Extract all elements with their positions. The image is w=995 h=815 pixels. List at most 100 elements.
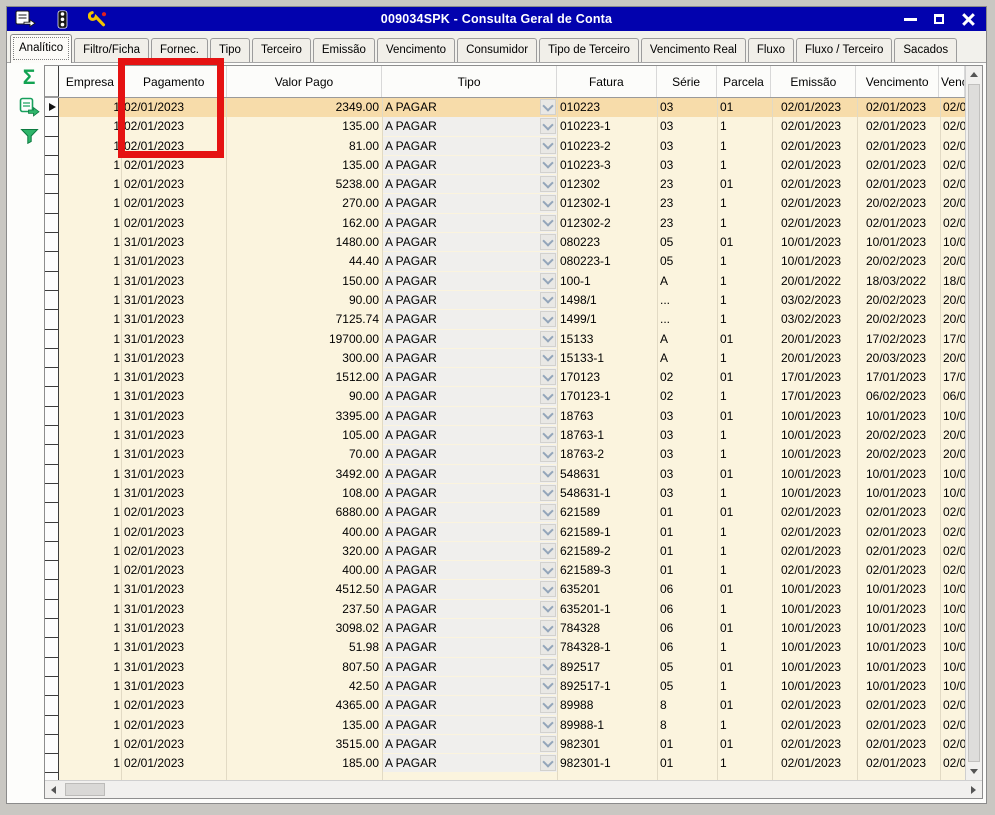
table-row[interactable]: 131/01/20234512.50A PAGAR635201060110/01… [45,580,965,599]
tab-fluxo-terceiro[interactable]: Fluxo / Terceiro [796,38,892,62]
row-selector-cell[interactable] [45,98,59,117]
tipo-dropdown-icon[interactable] [540,524,556,540]
tipo-dropdown-icon[interactable] [540,504,556,520]
tipo-dropdown-icon[interactable] [540,659,556,675]
tipo-dropdown-icon[interactable] [540,717,556,733]
tipo-dropdown-icon[interactable] [540,388,556,404]
tipo-dropdown-icon[interactable] [540,697,556,713]
wrench-icon[interactable] [87,10,109,29]
tab-sacados[interactable]: Sacados [894,38,957,62]
column-header-s-rie[interactable]: Série [657,66,717,97]
table-row[interactable]: 102/01/20236880.00A PAGAR621589010102/01… [45,503,965,522]
column-header-emiss-o[interactable]: Emissão [771,66,856,97]
table-row[interactable]: 102/01/2023400.00A PAGAR621589-301102/01… [45,561,965,580]
tipo-dropdown-icon[interactable] [540,369,556,385]
vertical-scroll-thumb[interactable] [968,84,980,762]
row-selector-cell[interactable] [45,156,59,175]
scroll-left-icon[interactable] [45,781,62,798]
row-selector-cell[interactable] [45,523,59,542]
tipo-dropdown-icon[interactable] [540,273,556,289]
row-selector-cell[interactable] [45,638,59,657]
row-selector-cell[interactable] [45,677,59,696]
column-header-tipo[interactable]: Tipo [382,66,557,97]
tipo-dropdown-icon[interactable] [540,331,556,347]
row-selector-cell[interactable] [45,484,59,503]
minimize-button[interactable] [903,12,918,27]
table-row[interactable]: 131/01/2023237.50A PAGAR635201-106110/01… [45,600,965,619]
row-selector-cell[interactable] [45,503,59,522]
tipo-dropdown-icon[interactable] [540,620,556,636]
tipo-dropdown-icon[interactable] [540,292,556,308]
tipo-dropdown-icon[interactable] [540,176,556,192]
table-row[interactable]: 102/01/2023185.00A PAGAR982301-101102/01… [45,754,965,773]
tipo-dropdown-icon[interactable] [540,639,556,655]
tipo-dropdown-icon[interactable] [540,543,556,559]
tipo-dropdown-icon[interactable] [540,350,556,366]
row-selector-cell[interactable] [45,330,59,349]
tipo-dropdown-icon[interactable] [540,601,556,617]
tipo-dropdown-icon[interactable] [540,755,556,771]
column-header-parcela[interactable]: Parcela [717,66,772,97]
row-selector-cell[interactable] [45,137,59,156]
sum-icon[interactable]: Σ [16,65,42,91]
table-row[interactable]: 102/01/2023135.00A PAGAR010223-303102/01… [45,156,965,175]
tipo-dropdown-icon[interactable] [540,446,556,462]
row-selector-cell[interactable] [45,194,59,213]
row-selector-cell[interactable] [45,658,59,677]
table-row[interactable]: 102/01/2023135.00A PAGAR89988-18102/01/2… [45,716,965,735]
row-selector-cell[interactable] [45,272,59,291]
close-button[interactable] [961,12,976,27]
column-header-fatura[interactable]: Fatura [557,66,657,97]
tipo-dropdown-icon[interactable] [540,427,556,443]
horizontal-scroll-thumb[interactable] [65,783,105,796]
row-selector-cell[interactable] [45,561,59,580]
row-selector-cell[interactable] [45,445,59,464]
tab-emiss-o[interactable]: Emissão [313,38,375,62]
table-row[interactable]: 131/01/2023150.00A PAGAR100-1A120/01/202… [45,272,965,291]
row-selector-cell[interactable] [45,735,59,754]
row-selector-cell[interactable] [45,387,59,406]
tipo-dropdown-icon[interactable] [540,736,556,752]
row-selector-cell[interactable] [45,117,59,136]
table-row[interactable]: 131/01/2023300.00A PAGAR15133-1A120/01/2… [45,349,965,368]
table-row[interactable]: 102/01/2023400.00A PAGAR621589-101102/01… [45,523,965,542]
column-header-vencimento[interactable]: Vencimento [856,66,939,97]
table-row[interactable]: 131/01/2023105.00A PAGAR18763-103110/01/… [45,426,965,445]
export-grid-icon[interactable] [16,94,42,120]
table-row[interactable]: 131/01/20233395.00A PAGAR18763030110/01/… [45,407,965,426]
row-selector-cell[interactable] [45,349,59,368]
scroll-right-icon[interactable] [965,781,982,798]
table-row[interactable]: 131/01/202351.98A PAGAR784328-106110/01/… [45,638,965,657]
row-selector-cell[interactable] [45,580,59,599]
tipo-dropdown-icon[interactable] [540,581,556,597]
vertical-scrollbar[interactable] [965,66,982,780]
tipo-dropdown-icon[interactable] [540,138,556,154]
row-selector-cell[interactable] [45,465,59,484]
scroll-down-icon[interactable] [966,763,982,780]
row-selector-cell[interactable] [45,233,59,252]
table-row[interactable]: 102/01/20233515.00A PAGAR982301010102/01… [45,735,965,754]
table-row[interactable]: 131/01/202344.40A PAGAR080223-105110/01/… [45,252,965,271]
tipo-dropdown-icon[interactable] [540,195,556,211]
tipo-dropdown-icon[interactable] [540,253,556,269]
row-selector-cell[interactable] [45,291,59,310]
tipo-dropdown-icon[interactable] [540,99,556,115]
table-row[interactable]: 102/01/20234365.00A PAGAR8998880102/01/2… [45,696,965,715]
table-row[interactable]: 131/01/20233492.00A PAGAR548631030110/01… [45,465,965,484]
tipo-dropdown-icon[interactable] [540,466,556,482]
table-row[interactable]: 131/01/2023108.00A PAGAR548631-103110/01… [45,484,965,503]
row-selector-cell[interactable] [45,252,59,271]
table-row[interactable]: 131/01/20233098.02A PAGAR784328060110/01… [45,619,965,638]
tab-tipo-de-terceiro[interactable]: Tipo de Terceiro [539,38,639,62]
table-row[interactable]: 131/01/202390.00A PAGAR1498/1...103/02/2… [45,291,965,310]
table-row[interactable]: 131/01/202319700.00A PAGAR15133A0120/01/… [45,330,965,349]
row-selector-cell[interactable] [45,407,59,426]
table-row[interactable]: 102/01/2023162.00A PAGAR012302-223102/01… [45,214,965,233]
row-selector-cell[interactable] [45,175,59,194]
tipo-dropdown-icon[interactable] [540,678,556,694]
horizontal-scrollbar[interactable] [45,780,982,798]
row-selector-cell[interactable] [45,542,59,561]
table-row[interactable]: 131/01/20231512.00A PAGAR170123020117/01… [45,368,965,387]
table-row[interactable]: 131/01/20231480.00A PAGAR080223050110/01… [45,233,965,252]
tipo-dropdown-icon[interactable] [540,157,556,173]
